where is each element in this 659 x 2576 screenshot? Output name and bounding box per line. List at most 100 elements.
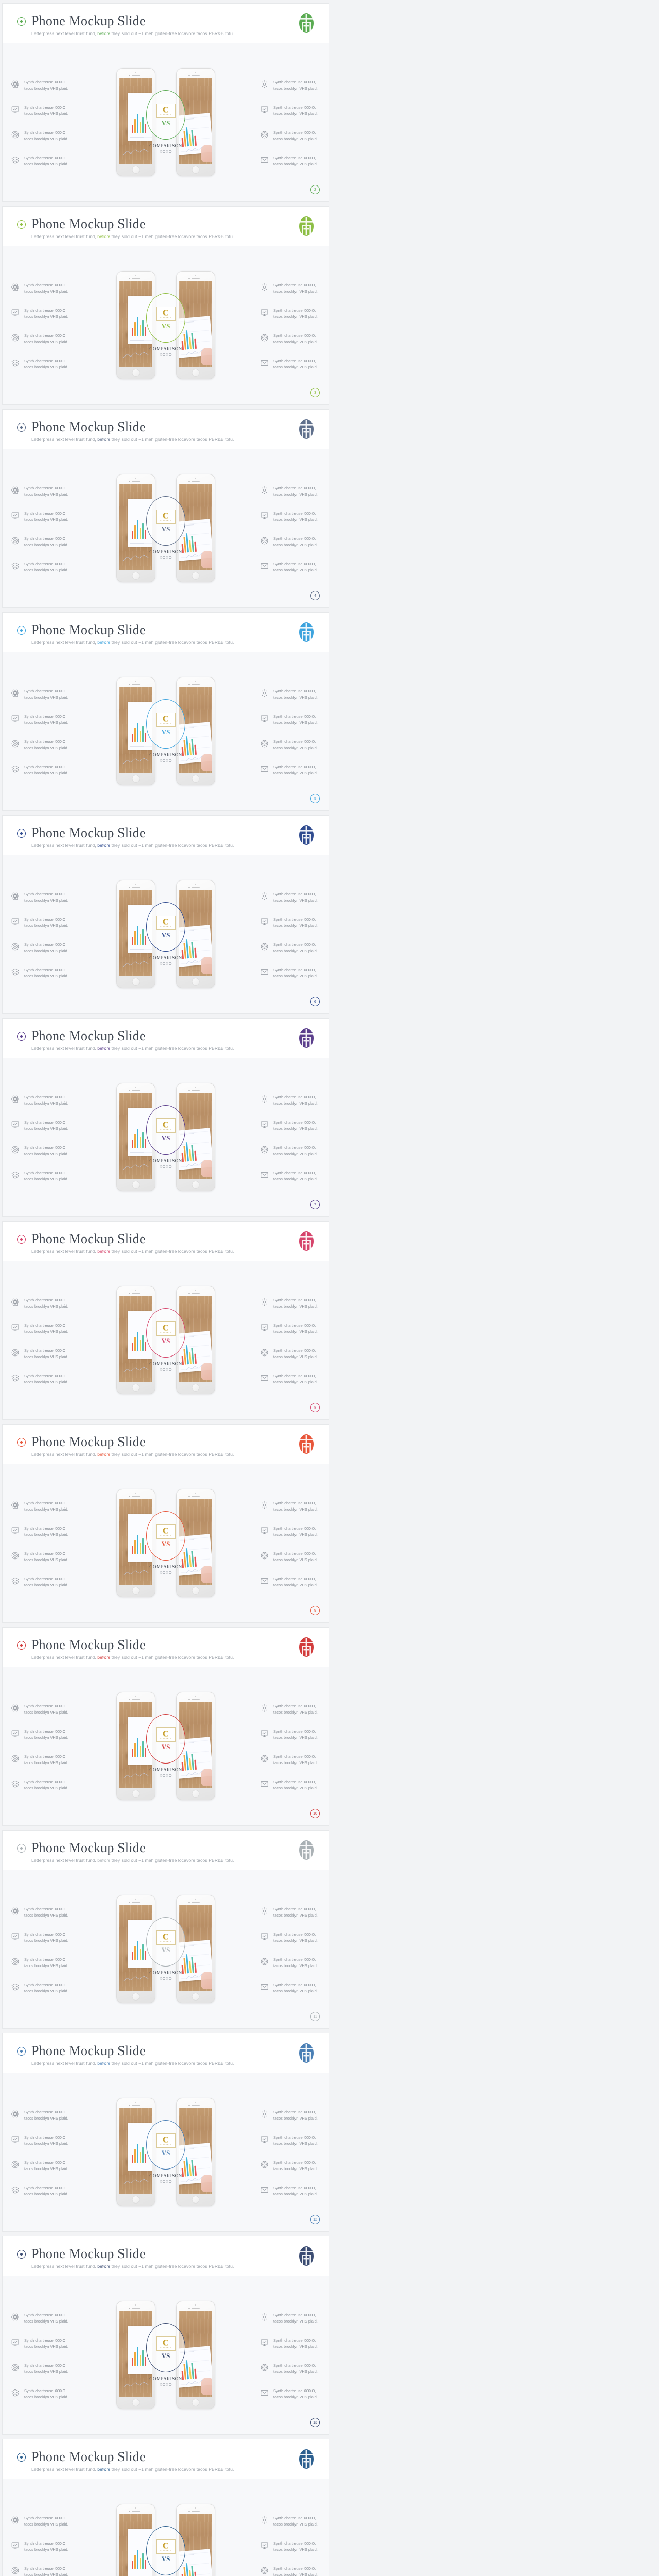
feature-text: Synth chartreuse XOXO,tacos brooklyn VHS… — [24, 1779, 68, 1791]
feature-text-line1: Synth chartreuse XOXO, — [273, 2185, 316, 2190]
feature-list-left: Synth chartreuse XOXO,tacos brooklyn VHS… — [11, 2107, 72, 2197]
feature-text-line1: Synth chartreuse XOXO, — [24, 1704, 66, 1708]
feature-list-right: Synth chartreuse XOXO,tacos brooklyn VHS… — [260, 483, 321, 573]
slide-thumbnail[interactable]: Phone Mockup SlideLetterpress next level… — [2, 206, 330, 405]
feature-text: Synth chartreuse XOXO,tacos brooklyn VHS… — [24, 1957, 68, 1969]
phone-speaker — [192, 1293, 200, 1294]
feature-text: Synth chartreuse XOXO,tacos brooklyn VHS… — [273, 942, 318, 954]
phone-sensor — [195, 72, 196, 73]
feature-text-line1: Synth chartreuse XOXO, — [273, 1526, 316, 1531]
target-icon — [11, 1348, 20, 1357]
phone-home-button — [132, 369, 140, 377]
phone-home-button — [192, 978, 200, 986]
feature-item: Synth chartreuse XOXO,tacos brooklyn VHS… — [11, 536, 72, 548]
slide-thumbnail[interactable]: Phone Mockup SlideLetterpress next level… — [2, 409, 330, 608]
feature-item: Synth chartreuse XOXO,tacos brooklyn VHS… — [260, 917, 321, 928]
feature-text-line2: tacos brooklyn VHS plaid. — [273, 137, 318, 141]
phone-sensor — [135, 884, 136, 885]
feature-text: Synth chartreuse XOXO,tacos brooklyn VHS… — [273, 2540, 318, 2552]
feature-item: Synth chartreuse XOXO,tacos brooklyn VHS… — [11, 1094, 72, 1106]
feature-text-line1: Synth chartreuse XOXO, — [24, 1982, 66, 1987]
feature-item: Synth chartreuse XOXO,tacos brooklyn VHS… — [260, 333, 321, 345]
feature-list-right: Synth chartreuse XOXO,tacos brooklyn VHS… — [260, 280, 321, 370]
target-icon — [11, 1551, 20, 1560]
vs-label: VS — [162, 931, 170, 938]
feature-text-line2: tacos brooklyn VHS plaid. — [24, 2141, 68, 2146]
feature-text: Synth chartreuse XOXO,tacos brooklyn VHS… — [24, 891, 68, 903]
slide-header: Phone Mockup SlideLetterpress next level… — [3, 4, 329, 43]
target-icon — [11, 130, 20, 139]
feature-text-line1: Synth chartreuse XOXO, — [24, 2388, 66, 2393]
feature-item: Synth chartreuse XOXO, tacos brooklyn VHS… — [11, 2515, 72, 2527]
slide-thumbnail[interactable]: Phone Mockup SlideLetterpress next level… — [2, 1221, 330, 1420]
slide-thumbnail[interactable]: Phone Mockup SlideLetterpress next level… — [2, 2236, 330, 2435]
feature-list-left: Synth chartreuse XOXO,tacos brooklyn VHS… — [11, 1092, 72, 1182]
feature-text-line2: tacos brooklyn VHS plaid. — [273, 365, 318, 369]
contents-emblem-icon: CCONTENTS — [156, 713, 176, 727]
slide-thumbnail[interactable]: Phone Mockup SlideLetterpress next level… — [2, 1424, 330, 1623]
slide-thumbnail[interactable]: Phone Mockup SlideLetterpress next level… — [2, 1830, 330, 2029]
feature-item: Synth chartreuse XOXO,tacos brooklyn VHS… — [11, 130, 72, 142]
feature-item: Synth chartreuse XOXO,tacos brooklyn VHS… — [11, 714, 72, 725]
feature-item: Synth chartreuse XOXO,tacos brooklyn VHS… — [11, 891, 72, 903]
tree-emblem-logo — [296, 2447, 317, 2471]
hand-illustration — [201, 754, 212, 771]
phone-camera-icon — [129, 1699, 130, 1700]
subtitle-pre: Letterpress next level trust fund, — [31, 2264, 97, 2269]
vs-label: VS — [162, 526, 170, 532]
feature-list-right: Synth chartreuse XOXO,tacos brooklyn VHS… — [260, 686, 321, 776]
feature-text: Synth chartreuse XOXO,tacos brooklyn VHS… — [24, 2160, 68, 2172]
slide-title: Phone Mockup Slide — [31, 2450, 146, 2464]
feature-text-line2: tacos brooklyn VHS plaid. — [24, 771, 68, 775]
slide-thumbnail[interactable]: Phone Mockup SlideLetterpress next level… — [2, 612, 330, 811]
feature-item: Synth chartreuse XOXO,tacos brooklyn VHS… — [260, 485, 321, 497]
target-icon — [11, 1957, 20, 1966]
phone-camera-icon — [129, 1090, 130, 1091]
comparison-badge: CCONTENTSVSCOMPARISONXOXO — [142, 1511, 189, 1575]
slide-thumbnail[interactable]: Phone Mockup SlideLetterpress next level… — [2, 1018, 330, 1217]
subtitle-post: they sold out +1 meh gluten-free locavor… — [110, 1249, 234, 1254]
feature-text-line1: Synth chartreuse XOXO, — [273, 739, 316, 744]
hand-illustration — [201, 551, 212, 568]
slide-thumbnail[interactable]: Phone Mockup SlideLetterpress next level… — [2, 1627, 330, 1826]
phone-speaker — [192, 2105, 200, 2106]
page-number-badge: 11 — [310, 2012, 320, 2021]
atom-icon — [11, 1704, 20, 1713]
slide-thumbnail[interactable]: Phone Mockup SlideLetterpress next level… — [2, 2439, 330, 2576]
feature-text-line1: Synth chartreuse XOXO, — [24, 511, 66, 516]
comparison-subtitle: XOXO — [142, 758, 189, 763]
feature-text-line2: tacos brooklyn VHS plaid. — [273, 162, 318, 166]
subtitle-pre: Letterpress next level trust fund, — [31, 2061, 97, 2066]
slide-body: Synth chartreuse XOXO,tacos brooklyn VHS… — [3, 1464, 329, 1622]
phone-speaker — [192, 887, 200, 888]
feature-item: Synth chartreuse XOXO,tacos brooklyn VHS… — [11, 1779, 72, 1791]
brand-logo — [296, 417, 317, 442]
vs-ellipse: CCONTENTSVS — [146, 1308, 185, 1358]
phone-camera-icon — [129, 2511, 130, 2512]
slide-body: Synth chartreuse XOXO, tacos brooklyn VHS… — [3, 652, 329, 810]
phone-camera-icon — [129, 278, 130, 279]
comparison-badge: CCONTENTSVSCOMPARISONXOXO — [142, 1917, 189, 1981]
feature-text-line1: Synth chartreuse XOXO, — [273, 1120, 316, 1125]
feature-text-line1: Synth chartreuse XOXO, — [273, 1171, 316, 1175]
feature-text-line2: tacos brooklyn VHS plaid. — [273, 543, 318, 547]
feature-text: Synth chartreuse XOXO,tacos brooklyn VHS… — [273, 1931, 318, 1943]
slide-thumbnail[interactable]: Phone Mockup SlideLetterpress next level… — [2, 3, 330, 202]
feature-text: Synth chartreuse XOXO,tacos brooklyn VHS… — [24, 130, 68, 142]
phone-camera-icon — [188, 1090, 190, 1091]
brand-logo — [296, 1635, 317, 1659]
phone-camera-icon — [188, 1699, 190, 1700]
feature-text-line2: tacos brooklyn VHS plaid. — [24, 1126, 68, 1131]
feature-text-line2: tacos brooklyn VHS plaid. — [273, 974, 318, 978]
feature-text-line1: Synth chartreuse XOXO, — [273, 689, 316, 693]
feature-text-line1: Synth chartreuse XOXO, — [24, 2516, 66, 2520]
comparison-title: COMPARISON — [142, 549, 189, 554]
phone-camera-icon — [188, 75, 190, 76]
comparison-subtitle: XOXO — [142, 1164, 189, 1169]
page-number-badge: 7 — [310, 1200, 320, 1209]
feature-text-line2: tacos brooklyn VHS plaid. — [24, 2522, 68, 2527]
contents-emblem-icon: CCONTENTS — [156, 916, 176, 930]
slide-thumbnail[interactable]: Phone Mockup SlideLetterpress next level… — [2, 815, 330, 1014]
slide-thumbnail[interactable]: Phone Mockup SlideLetterpress next level… — [2, 2033, 330, 2232]
feature-item: Synth chartreuse XOXO,tacos brooklyn VHS… — [11, 2185, 72, 2197]
